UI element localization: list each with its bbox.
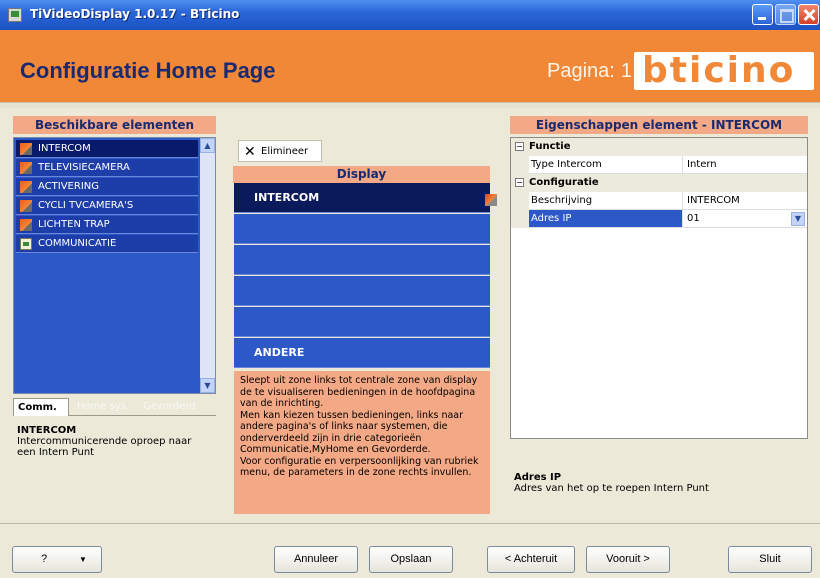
annuleer-button[interactable]: Annuleer <box>274 546 358 573</box>
pen-icon <box>20 181 32 193</box>
property-description: Adres IP Adres van het op te roepen Inte… <box>510 466 808 512</box>
left-panel-title: Beschikbare elementen <box>13 116 216 134</box>
display-slot[interactable] <box>234 245 490 275</box>
pen-icon <box>20 219 32 231</box>
available-elements-list[interactable]: INTERCOM TELEVISIECAMERA ACTIVERING CYCL… <box>13 137 216 394</box>
elimineer-button[interactable]: ✕ Elimineer <box>238 140 322 162</box>
property-description-title: Adres IP <box>514 472 562 483</box>
display-slot[interactable] <box>234 276 490 306</box>
elimineer-label: Elimineer <box>261 146 309 157</box>
property-row[interactable]: Adres IP 01 ▼ <box>511 210 807 228</box>
pagina-number: 1 <box>620 60 632 82</box>
document-icon <box>20 238 32 250</box>
pen-icon <box>20 162 32 174</box>
bticino-logo: bticino <box>634 52 814 90</box>
logo-text: bticino <box>642 50 796 91</box>
element-description-text: Intercommunicerende oproep naar een Inte… <box>17 436 192 458</box>
tab-comm[interactable]: Comm. <box>13 398 69 416</box>
property-value-text: 01 <box>687 213 700 224</box>
help-label: ? <box>41 553 48 565</box>
property-row[interactable]: Beschrijving INTERCOM <box>511 192 807 210</box>
maximize-button[interactable] <box>775 4 796 25</box>
list-scrollbar[interactable]: ▲ ▼ <box>200 138 215 393</box>
right-panel-title: Eigenschappen element - INTERCOM <box>510 116 808 134</box>
category-functie[interactable]: − Functie <box>511 138 807 156</box>
list-item[interactable]: COMMUNICATIE <box>16 235 198 253</box>
category-label: Configuratie <box>529 177 599 188</box>
dropdown-arrow-icon[interactable]: ▼ <box>791 212 805 226</box>
property-name: Type Intercom <box>529 156 683 174</box>
display-slot[interactable]: INTERCOM <box>234 183 490 213</box>
property-name: Beschrijving <box>529 192 683 210</box>
row-gutter <box>511 210 529 228</box>
list-item-label: TELEVISIECAMERA <box>38 162 130 173</box>
list-item-label: COMMUNICATIE <box>38 238 117 249</box>
info-text-content: Sleept uit zone links tot centrale zone … <box>240 375 479 478</box>
list-item[interactable]: TELEVISIECAMERA <box>16 159 198 177</box>
display-slot-andere[interactable]: ANDERE <box>234 338 490 368</box>
pen-icon <box>20 143 32 155</box>
list-item[interactable]: ACTIVERING <box>16 178 198 196</box>
tab-gevorderd[interactable]: Gevorderd <box>139 398 200 416</box>
sluit-button[interactable]: Sluit <box>728 546 812 573</box>
delete-x-icon: ✕ <box>244 144 256 160</box>
app-icon <box>8 8 22 22</box>
property-grid: − Functie Type Intercom Intern − Configu… <box>510 137 808 439</box>
minimize-button[interactable] <box>752 4 773 25</box>
info-text: Sleept uit zone links tot centrale zone … <box>234 371 490 514</box>
window-title: TiVideoDisplay 1.0.17 - BTicino <box>30 7 240 21</box>
display-slot[interactable] <box>234 307 490 337</box>
footer-divider <box>0 523 820 525</box>
element-description: INTERCOM Intercommunicerende oproep naar… <box>13 417 216 507</box>
row-gutter <box>511 156 529 174</box>
page-title: Configuratie Home Page <box>20 58 276 83</box>
header-divider <box>0 102 820 108</box>
pen-icon <box>20 200 32 212</box>
vooruit-button[interactable]: Vooruit > <box>586 546 670 573</box>
help-button[interactable]: ? ▼ <box>12 546 102 573</box>
property-value[interactable]: INTERCOM <box>683 192 807 210</box>
property-name: Adres IP <box>529 210 683 228</box>
property-value[interactable]: Intern <box>683 156 807 174</box>
achteruit-button[interactable]: < Achteruit <box>487 546 575 573</box>
category-label: Functie <box>529 141 571 152</box>
tab-home-sys[interactable]: Home sys. <box>73 398 133 416</box>
pen-icon <box>485 194 497 206</box>
property-description-text: Adres van het op te roepen Intern Punt <box>514 483 709 494</box>
collapse-icon[interactable]: − <box>515 178 524 187</box>
page-header: Configuratie Home Page Pagina: 1 bticino <box>0 30 820 102</box>
category-tabs: Comm. Home sys. Gevorderd <box>13 398 216 416</box>
list-item[interactable]: INTERCOM <box>16 140 198 158</box>
scroll-down-icon[interactable]: ▼ <box>200 378 215 393</box>
display-slot[interactable] <box>234 214 490 244</box>
close-button[interactable] <box>798 4 819 25</box>
display-title: Display <box>233 166 490 183</box>
list-item-label: CYCLI TVCAMERA'S <box>38 200 134 211</box>
property-value[interactable]: 01 ▼ <box>683 210 807 228</box>
category-configuratie[interactable]: − Configuratie <box>511 174 807 192</box>
list-item-label: ACTIVERING <box>38 181 99 192</box>
list-item-label: INTERCOM <box>38 143 91 154</box>
list-item[interactable]: CYCLI TVCAMERA'S <box>16 197 198 215</box>
opslaan-button[interactable]: Opslaan <box>369 546 453 573</box>
title-bar: TiVideoDisplay 1.0.17 - BTicino <box>0 0 820 30</box>
list-item[interactable]: LICHTEN TRAP <box>16 216 198 234</box>
list-item-label: LICHTEN TRAP <box>38 219 110 230</box>
property-row[interactable]: Type Intercom Intern <box>511 156 807 174</box>
pagina-label: Pagina: <box>547 60 615 82</box>
row-gutter <box>511 192 529 210</box>
dropdown-arrow-icon: ▼ <box>79 555 87 564</box>
element-description-title: INTERCOM <box>17 425 77 436</box>
scroll-up-icon[interactable]: ▲ <box>200 138 215 153</box>
page-indicator: Pagina: 1 <box>547 60 632 83</box>
collapse-icon[interactable]: − <box>515 142 524 151</box>
